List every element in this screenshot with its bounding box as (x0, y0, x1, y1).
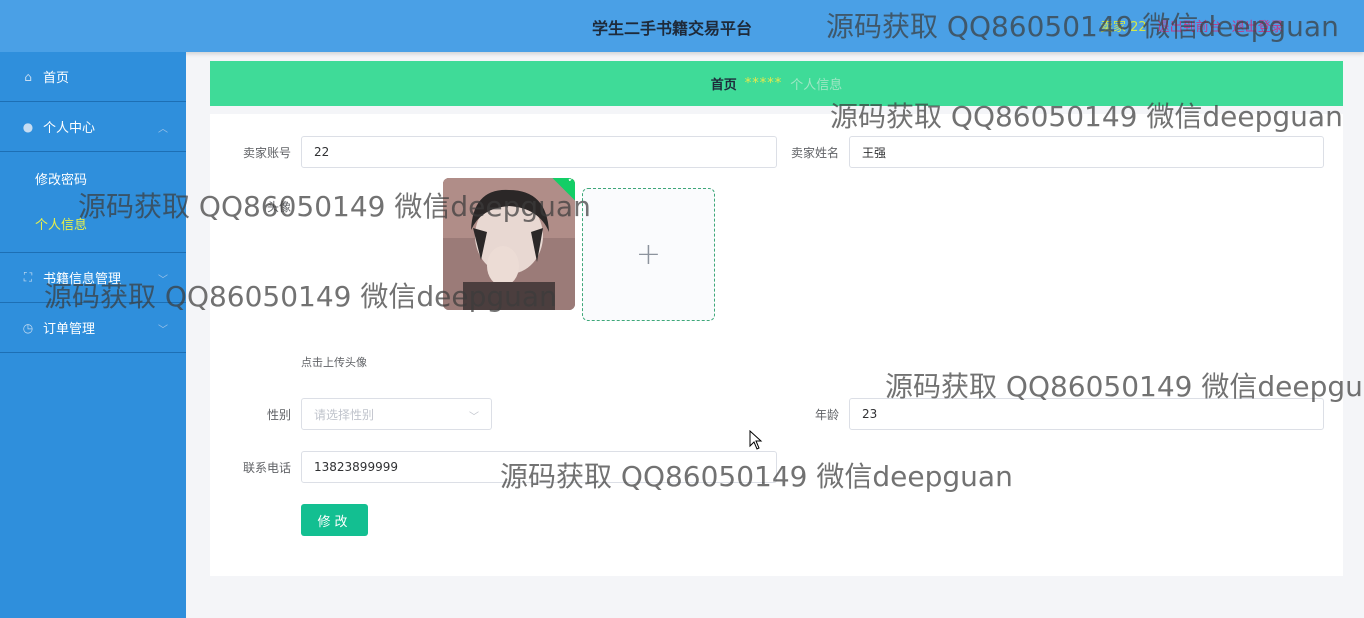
chevron-down-icon: ﹀ (158, 325, 168, 336)
account-label: 卖家账号 (242, 146, 291, 160)
submenu-personal-center: 修改密码 个人信息 (0, 152, 186, 253)
clock-icon: ◷ (22, 320, 34, 335)
logout-link[interactable]: 退出登录 (1232, 16, 1284, 35)
age-label: 年龄 (814, 408, 839, 422)
sidebar-item-personal-info[interactable]: 个人信息 (0, 201, 186, 246)
name-field[interactable]: 王强 (849, 136, 1324, 168)
account-field[interactable]: 22 (301, 136, 777, 168)
current-user: 卖家 22 (1100, 20, 1147, 35)
sidebar-item-book-management[interactable]: ⛶ 书籍信息管理 ﹀ (0, 253, 186, 303)
sidebar-item-label: 个人中心 (43, 121, 96, 136)
phone-label: 联系电话 (242, 461, 291, 475)
avatar-label: 头像 (266, 200, 291, 214)
avatar-uploader[interactable]: + (582, 188, 715, 321)
upload-hint: 点击上传头像 (301, 356, 367, 369)
avatar-image (443, 178, 575, 310)
top-header: 学生二手书籍交易平台 卖家 22 退出到前台 退出登录 (0, 0, 1364, 52)
breadcrumb-home[interactable]: 首页 (711, 74, 737, 93)
chevron-down-icon: ﹀ (158, 275, 168, 286)
gender-label: 性别 (266, 408, 291, 422)
chevron-down-icon: ﹀ (469, 412, 479, 423)
sidebar: ⌂ 首页 ● 个人中心 ︿ 修改密码 个人信息 ⛶ 书籍信息管理 ﹀ ◷ 订单管… (0, 52, 186, 618)
breadcrumb: 首页 ***** 个人信息 (210, 61, 1343, 106)
breadcrumb-current: 个人信息 (790, 78, 843, 93)
phone-field[interactable]: 13823899999 (301, 451, 777, 483)
expand-icon: ⛶ (23, 270, 33, 284)
gender-select[interactable]: 请选择性别 ﹀ (301, 398, 492, 430)
sidebar-item-label: 订单管理 (43, 322, 96, 337)
header-actions: 卖家 22 退出到前台 退出登录 (1100, 16, 1284, 35)
name-label: 卖家姓名 (790, 146, 839, 160)
home-icon: ⌂ (24, 69, 32, 84)
sidebar-item-order-management[interactable]: ◷ 订单管理 ﹀ (0, 303, 186, 353)
submit-button[interactable]: 修改 (301, 504, 368, 536)
avatar[interactable]: ✓ (443, 178, 575, 310)
chevron-up-icon: ︿ (158, 124, 168, 135)
profile-form: 卖家账号 22 卖家姓名 王强 头像 ✓ + 点击上传头像 性别 请选择性别 ﹀… (210, 114, 1343, 576)
gender-placeholder: 请选择性别 (314, 407, 375, 422)
user-icon: ● (22, 119, 34, 134)
sidebar-item-label: 书籍信息管理 (43, 272, 122, 287)
plus-icon: + (635, 237, 662, 272)
sidebar-item-home[interactable]: ⌂ 首页 (0, 52, 186, 102)
back-to-front-link[interactable]: 退出到前台 (1157, 16, 1222, 35)
sidebar-item-change-password[interactable]: 修改密码 (0, 156, 186, 201)
mouse-cursor-icon (749, 430, 763, 450)
sidebar-item-personal-center[interactable]: ● 个人中心 ︿ (0, 102, 186, 152)
age-field[interactable]: 23 (849, 398, 1324, 430)
sidebar-item-label: 首页 (43, 71, 70, 86)
site-title: 学生二手书籍交易平台 (592, 19, 753, 38)
breadcrumb-separator: ***** (744, 76, 783, 91)
